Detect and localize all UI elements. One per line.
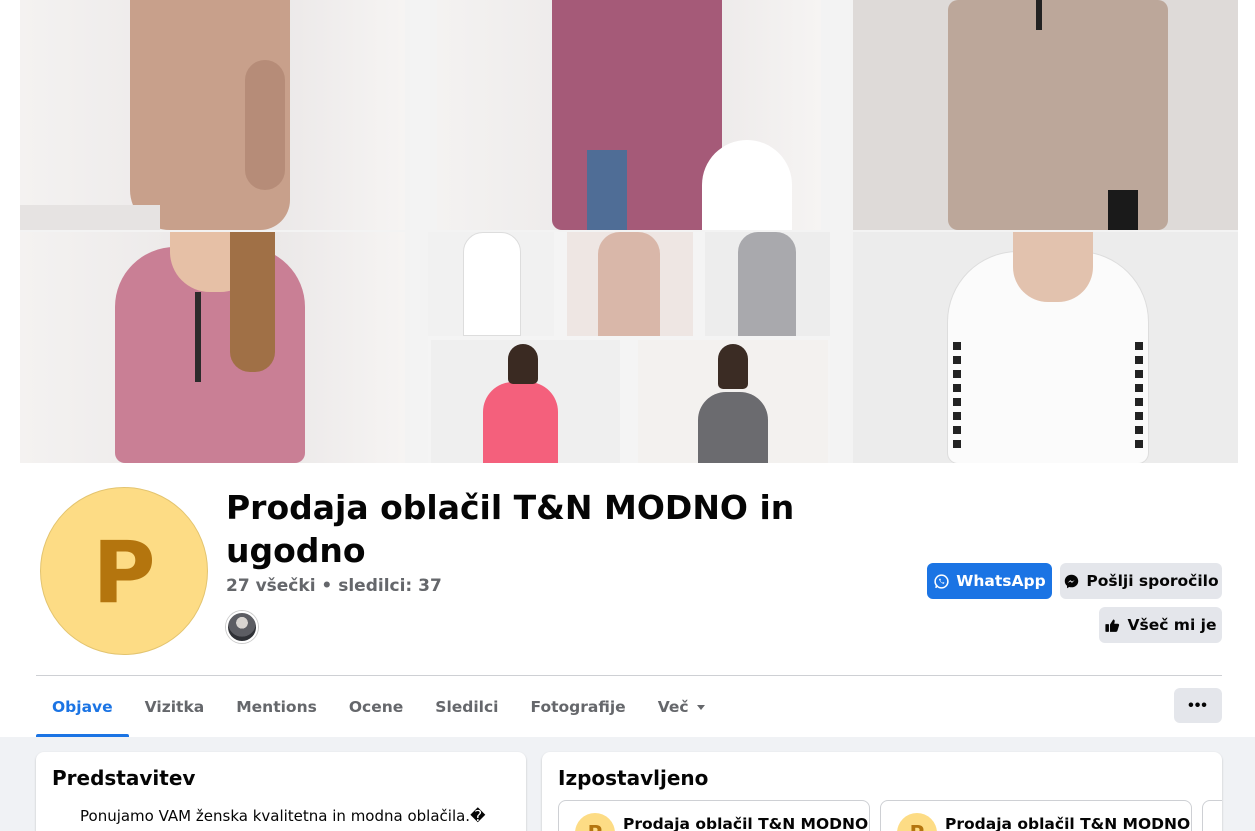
featured-item-title: Prodaja oblačil T&N MODNO — [623, 815, 869, 831]
cover-photo[interactable] — [20, 0, 1238, 463]
featured-item[interactable]: P Prodaja oblačil T&N MODNO — [880, 800, 1192, 831]
featured-item-title: Prodaja oblačil T&N MODNO — [945, 815, 1191, 831]
tab-fotografije[interactable]: Fotografije — [515, 677, 642, 737]
intro-heading: Predstavitev — [52, 766, 196, 790]
more-icon: ••• — [1188, 696, 1208, 714]
cover-tile-beige-dress — [20, 0, 405, 230]
featured-item-avatar: P — [575, 813, 615, 831]
tab-mentions[interactable]: Mentions — [220, 677, 333, 737]
like-label: Všeč mi je — [1127, 616, 1217, 634]
cover-tile-pink-hoodie — [20, 232, 405, 463]
cover-tile-collage-grid — [428, 232, 830, 463]
whatsapp-icon — [934, 573, 949, 589]
chevron-down-icon — [696, 704, 705, 710]
page-avatar[interactable]: P — [40, 487, 208, 655]
cover-tile-white-hoodie — [853, 232, 1238, 463]
like-button[interactable]: Všeč mi je — [1099, 607, 1222, 643]
whatsapp-button[interactable]: WhatsApp — [927, 563, 1052, 599]
featured-card: Izpostavljeno P Prodaja oblačil T&N MODN… — [542, 752, 1222, 831]
intro-card: Predstavitev Ponujamo VAM ženska kvalite… — [36, 752, 526, 831]
follower-avatar[interactable] — [226, 611, 258, 643]
featured-heading: Izpostavljeno — [558, 766, 709, 790]
send-message-button[interactable]: Pošlji sporočilo — [1060, 563, 1222, 599]
page-title: Prodaja oblačil T&N MODNO in ugodno — [226, 488, 795, 570]
avatar-letter: P — [92, 523, 156, 623]
tab-vec[interactable]: Več — [642, 677, 721, 737]
more-options-button[interactable]: ••• — [1174, 688, 1222, 723]
featured-item[interactable]: P Prodaja oblačil T&N MODNO — [558, 800, 870, 831]
thumbs-up-icon — [1105, 618, 1120, 632]
featured-item-avatar: P — [897, 813, 937, 831]
tab-ocene[interactable]: Ocene — [333, 677, 419, 737]
tab-vizitka[interactable]: Vizitka — [129, 677, 221, 737]
page-stats[interactable]: 27 všečki • sledilci: 37 — [226, 576, 442, 596]
cover-tile-taupe-hoodie — [853, 0, 1238, 230]
messenger-icon — [1065, 574, 1079, 588]
send-message-label: Pošlji sporočilo — [1086, 572, 1219, 590]
page-tabs: Objave Vizitka Mentions Ocene Sledilci F… — [36, 677, 721, 737]
cover-tile-mauve-hoodie — [437, 0, 821, 230]
tab-sledilci[interactable]: Sledilci — [419, 677, 514, 737]
featured-item-partial[interactable] — [1202, 800, 1222, 831]
facebook-page: P Prodaja oblačil T&N MODNO in ugodno 27… — [0, 0, 1255, 831]
intro-text: Ponujamo VAM ženska kvalitetna in modna … — [80, 807, 486, 825]
tab-objave[interactable]: Objave — [36, 677, 129, 737]
header-divider — [36, 675, 1222, 676]
whatsapp-label: WhatsApp — [956, 572, 1046, 590]
